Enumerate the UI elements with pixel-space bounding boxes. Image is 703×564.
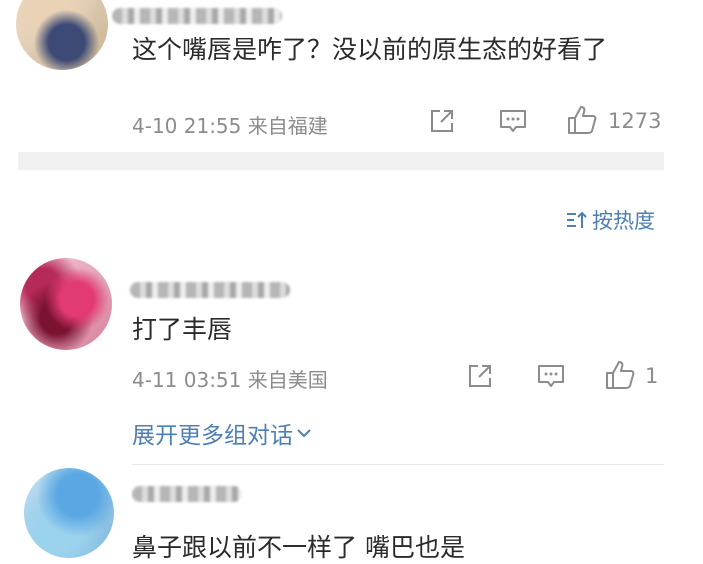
- share-icon[interactable]: [466, 362, 494, 390]
- username-masked[interactable]: [130, 282, 290, 298]
- avatar[interactable]: [20, 258, 112, 350]
- comment-icon[interactable]: [498, 107, 528, 135]
- comment-time: 4-11 03:51 来自美国: [132, 364, 328, 393]
- comment-timestamp: 4-11 03:51: [132, 368, 242, 392]
- sort-toggle[interactable]: 按热度: [566, 205, 655, 235]
- avatar[interactable]: [24, 468, 114, 558]
- thumbs-up-icon[interactable]: [604, 359, 636, 391]
- expand-label: 展开更多组对话: [132, 423, 293, 449]
- chevron-down-icon: [297, 429, 311, 438]
- share-icon[interactable]: [428, 107, 456, 135]
- expand-conversation-link[interactable]: 展开更多组对话: [132, 416, 313, 450]
- comment-text: 鼻子跟以前不一样了 嘴巴也是: [132, 533, 465, 562]
- sort-label: 按热度: [592, 209, 655, 233]
- comment-location: 来自福建: [247, 114, 328, 138]
- comment-divider: [132, 464, 664, 465]
- comment-text: 打了丰唇: [132, 315, 233, 344]
- username-masked[interactable]: [132, 486, 242, 502]
- sort-icon: [567, 211, 587, 228]
- like-count: 1: [645, 364, 659, 388]
- username-masked[interactable]: [112, 8, 282, 24]
- comment-text: 这个嘴唇是咋了？没以前的原生态的好看了: [132, 35, 608, 64]
- comment-location: 来自美国: [247, 368, 328, 392]
- like-count: 1273: [608, 109, 662, 133]
- comment-time: 4-10 21:55 来自福建: [132, 110, 328, 139]
- comment-timestamp: 4-10 21:55: [132, 114, 242, 138]
- thumbs-up-icon[interactable]: [566, 104, 598, 136]
- section-divider: [18, 152, 664, 170]
- comment-icon[interactable]: [536, 362, 566, 390]
- avatar[interactable]: [16, 0, 108, 70]
